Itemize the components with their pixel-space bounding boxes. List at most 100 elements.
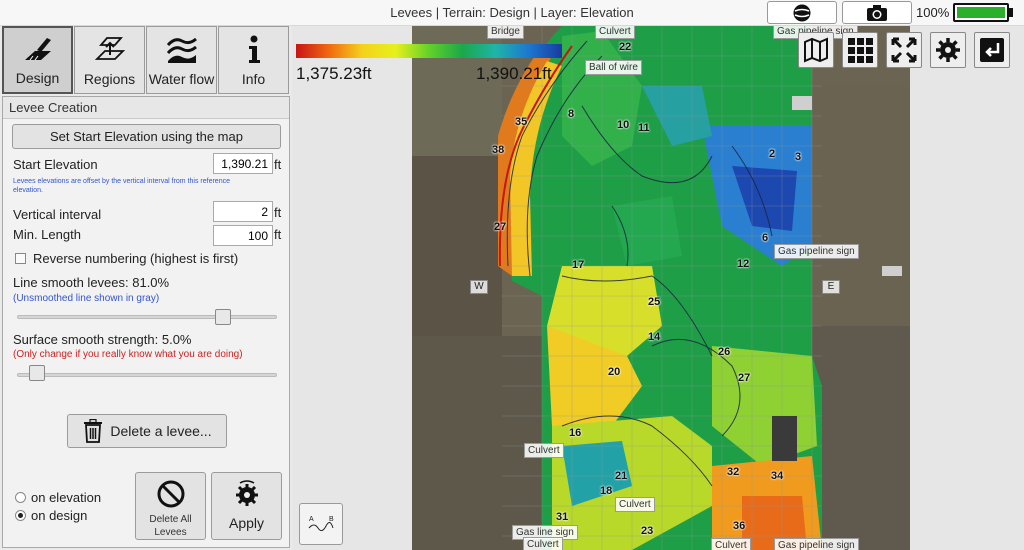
tab-regions-label: Regions	[83, 71, 136, 87]
levee-number: 25	[648, 296, 661, 308]
radio-on-elevation-label: on elevation	[31, 490, 102, 505]
map-label-gas-pipeline-bottom[interactable]: Gas pipeline sign	[774, 538, 859, 550]
map-label-culvert-bottom[interactable]: Culvert	[523, 537, 563, 550]
map-label-bridge[interactable]: Bridge	[487, 26, 524, 39]
delete-all-levees-label: Delete All Levees	[149, 514, 192, 538]
levee-creation-panel: Levee Creation Set Start Elevation using…	[2, 96, 290, 548]
svg-text:A: A	[309, 516, 314, 523]
levee-number: 3	[795, 151, 802, 163]
map-label-culvert-low[interactable]: Culvert	[615, 497, 655, 512]
battery-indicator	[953, 3, 1009, 22]
exit-icon	[980, 38, 1004, 62]
settings-icon	[936, 38, 960, 62]
levee-number: 6	[762, 232, 769, 244]
apply-label: Apply	[228, 515, 265, 531]
water-flow-icon	[166, 37, 197, 63]
apply-button[interactable]: Apply	[211, 472, 282, 540]
grid-icon	[848, 38, 873, 63]
levee-number: 31	[556, 511, 569, 523]
battery-fill	[957, 7, 1005, 18]
compass-west: W	[470, 280, 488, 294]
levee-number: 16	[569, 427, 582, 439]
levee-number: 23	[641, 525, 654, 537]
tab-design-label: Design	[15, 70, 60, 86]
map-layers-button[interactable]	[798, 32, 834, 68]
line-smooth-slider-thumb[interactable]	[214, 309, 231, 325]
map-label-culvert-mid[interactable]: Culvert	[524, 443, 564, 458]
levee-number: 12	[737, 258, 750, 270]
left-panel: Design Regions Water flow Info Levee Cre…	[0, 26, 292, 550]
map-label-ball-of-wire[interactable]: Ball of wire	[585, 60, 642, 75]
levee-number: 10	[617, 119, 630, 131]
offset-note: Levees elevations are offset by the vert…	[13, 178, 230, 194]
delete-levee-button[interactable]: Delete a levee...	[67, 414, 227, 448]
trash-icon	[84, 419, 103, 443]
levee-number: 27	[494, 221, 507, 233]
start-elevation-input[interactable]	[213, 153, 273, 174]
surface-smooth-slider-thumb[interactable]	[29, 365, 46, 381]
section-title: Levee Creation	[3, 97, 289, 119]
levee-number: 35	[515, 116, 528, 128]
levee-number: 2	[769, 148, 776, 160]
levee-number: 27	[738, 372, 751, 384]
elevation-map[interactable]: Bridge Culvert Ball of wire Gas pipeline…	[412, 26, 910, 550]
compass-east: E	[822, 280, 840, 294]
fit-extent-button[interactable]	[886, 32, 922, 68]
map-label-gas-pipeline-mid[interactable]: Gas pipeline sign	[774, 244, 859, 259]
tab-info-label: Info	[241, 71, 266, 87]
regions-icon	[94, 37, 125, 60]
settings-button[interactable]	[930, 32, 966, 68]
set-start-elevation-button[interactable]: Set Start Elevation using the map	[12, 124, 281, 149]
radio-on-elevation[interactable]	[15, 492, 26, 503]
globe-icon	[793, 4, 811, 21]
screenshot-button[interactable]	[842, 1, 912, 24]
battery-tip	[1009, 8, 1013, 17]
line-smooth-note: (Unsmoothed line shown in gray)	[13, 293, 160, 304]
profile-ab-icon: AB	[308, 516, 334, 532]
surface-smooth-slider-track[interactable]	[17, 373, 277, 377]
globe-button[interactable]	[767, 1, 837, 24]
line-smooth-label: Line smooth levees: 81.0%	[13, 275, 170, 290]
legend-max-value: 1,390.21ft	[476, 64, 552, 83]
reverse-numbering-label: Reverse numbering (highest is first)	[33, 251, 239, 266]
legend-min-value: 1,375.23ft	[296, 64, 372, 83]
radio-on-design-label: on design	[31, 508, 88, 523]
reverse-numbering-checkbox[interactable]	[15, 253, 26, 264]
start-elevation-label: Start Elevation	[13, 157, 98, 172]
gear-apply-icon	[235, 480, 258, 506]
map-right-margin	[910, 26, 1024, 550]
tab-regions[interactable]: Regions	[74, 26, 145, 94]
levee-number: 36	[733, 520, 746, 532]
map-label-culvert-top[interactable]: Culvert	[595, 26, 635, 39]
levee-number: 22	[619, 41, 632, 53]
line-smooth-slider-track[interactable]	[17, 315, 277, 319]
delete-levee-label: Delete a levee...	[110, 423, 212, 439]
min-length-label: Min. Length	[13, 227, 81, 242]
radio-on-design[interactable]	[15, 510, 26, 521]
delete-all-levees-button[interactable]: Delete All Levees	[135, 472, 206, 540]
levee-number: 11	[638, 122, 650, 134]
min-length-unit: ft	[274, 227, 282, 242]
vertical-interval-input[interactable]	[213, 201, 273, 222]
elevation-legend-bar	[296, 44, 562, 58]
map-label-culvert-bottom2[interactable]: Culvert	[711, 538, 751, 550]
profile-ab-button[interactable]: AB	[299, 503, 343, 545]
tab-info[interactable]: Info	[218, 26, 289, 94]
levee-number: 18	[600, 485, 613, 497]
min-length-input[interactable]	[213, 225, 273, 246]
tab-water-flow[interactable]: Water flow	[146, 26, 217, 94]
info-icon	[248, 35, 260, 63]
exit-button[interactable]	[974, 32, 1010, 68]
start-elevation-unit: ft	[274, 157, 282, 172]
vertical-interval-unit: ft	[274, 205, 282, 220]
surface-smooth-label: Surface smooth strength: 5.0%	[13, 332, 192, 347]
mode-tabs: Design Regions Water flow Info	[2, 26, 289, 94]
levee-number: 17	[572, 259, 585, 271]
map-layers-icon	[804, 37, 828, 63]
tab-water-flow-label: Water flow	[148, 71, 215, 87]
vertical-interval-label: Vertical interval	[13, 207, 102, 222]
fit-extent-icon	[891, 37, 917, 63]
tab-design[interactable]: Design	[2, 26, 73, 94]
grid-button[interactable]	[842, 32, 878, 68]
battery-percent: 100%	[916, 5, 950, 20]
